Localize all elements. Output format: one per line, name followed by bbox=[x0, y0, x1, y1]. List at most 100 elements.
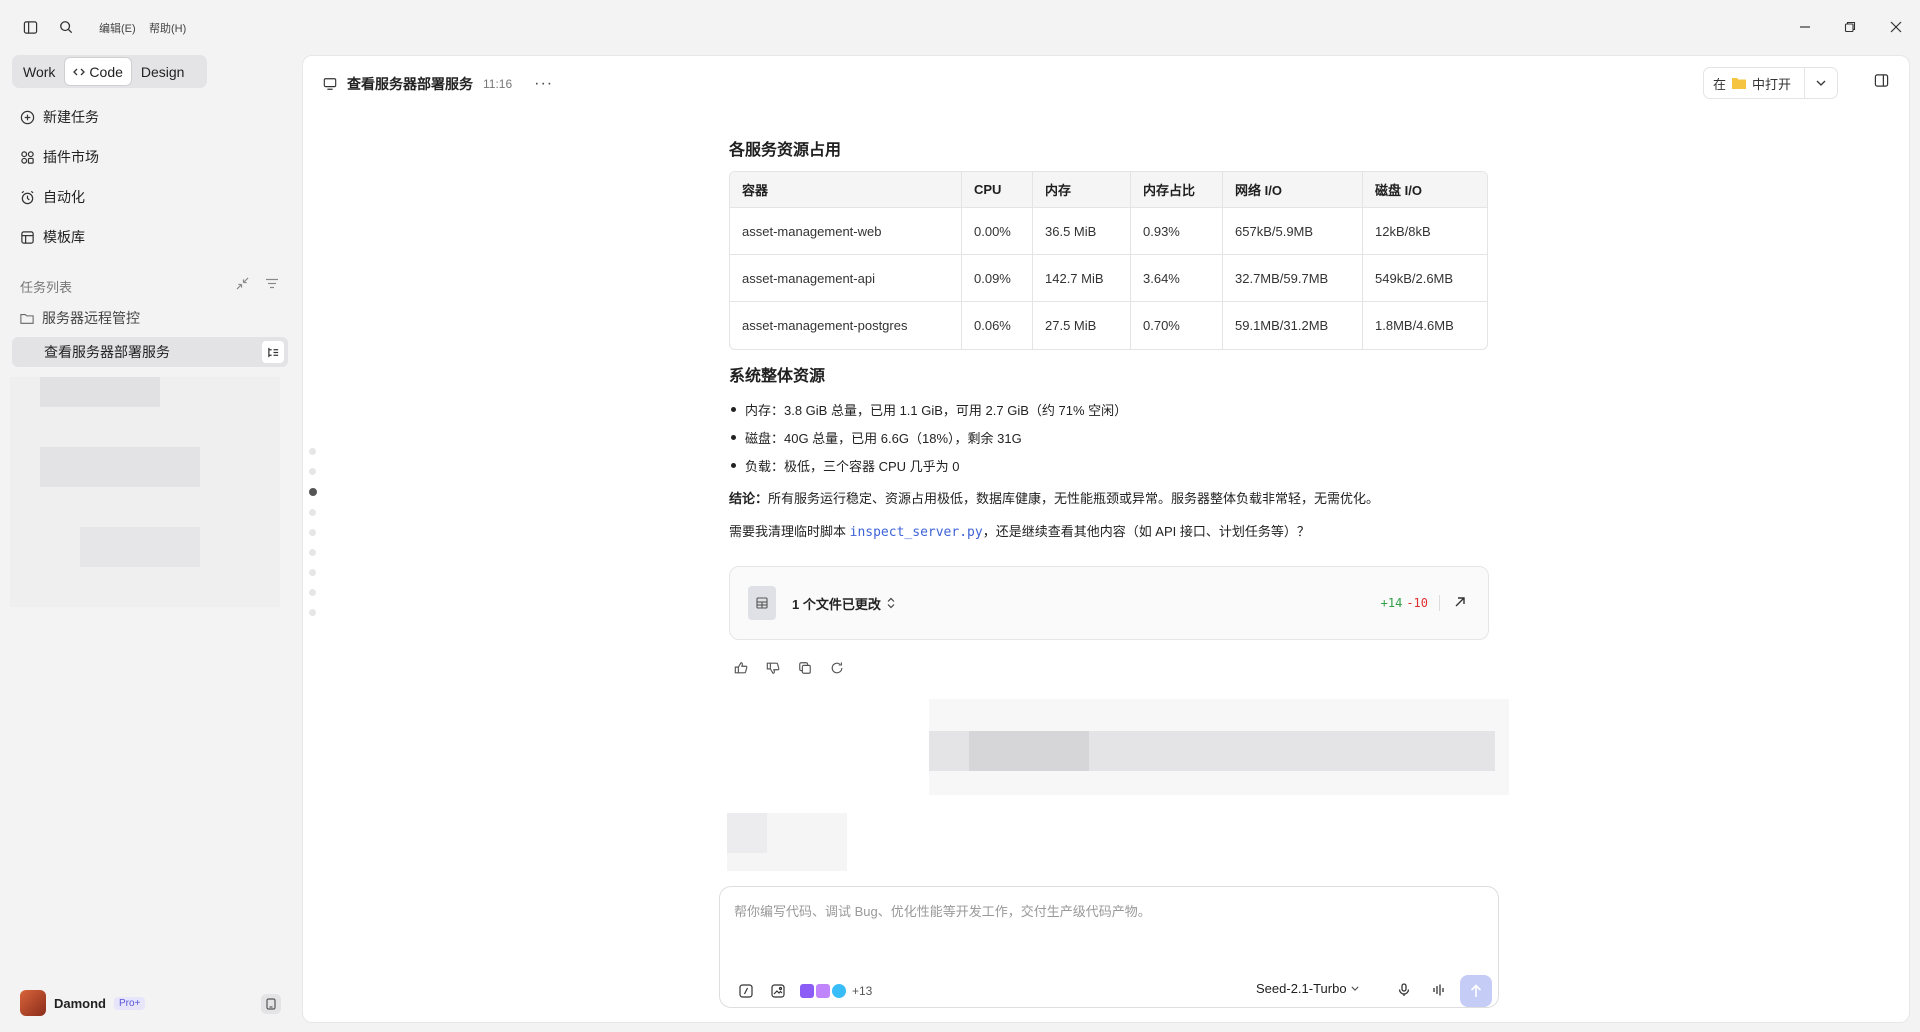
mode-work-button[interactable]: Work bbox=[15, 58, 63, 85]
table-cell: 27.5 MiB bbox=[1033, 302, 1131, 349]
question-prefix: 需要我清理临时脚本 bbox=[729, 524, 850, 539]
table-cell: 32.7MB/59.7MB bbox=[1223, 255, 1363, 302]
main-panel: 查看服务器部署服务 11:16 ··· 在 中打开 各服务资源占用 容器 CPU… bbox=[302, 55, 1910, 1023]
table-header: 内存 bbox=[1033, 172, 1131, 208]
conversation-time: 11:16 bbox=[483, 77, 513, 91]
task-item-label: 查看服务器部署服务 bbox=[44, 344, 170, 360]
model-label: Seed-2.1-Turbo bbox=[1256, 981, 1347, 996]
microphone-icon[interactable] bbox=[1398, 983, 1410, 1000]
sidebar-toggle-icon[interactable] bbox=[21, 18, 39, 36]
files-changed-toggle[interactable]: 1 个文件已更改 bbox=[792, 594, 895, 613]
table-header-row: 容器 CPU 内存 内存占比 网络 I/O 磁盘 I/O bbox=[730, 172, 1487, 208]
image-attach-icon[interactable] bbox=[768, 981, 788, 1001]
blurred-task-item bbox=[40, 377, 160, 407]
open-in-button[interactable]: 在 中打开 bbox=[1703, 67, 1838, 99]
thumbs-down-icon[interactable] bbox=[765, 660, 781, 676]
menu-help[interactable]: 帮助(H) bbox=[149, 20, 186, 36]
device-icon[interactable] bbox=[261, 994, 281, 1014]
message-navigator bbox=[309, 448, 317, 629]
menu-edit[interactable]: 编辑(E) bbox=[99, 20, 136, 36]
table-cell: 549kB/2.6MB bbox=[1363, 255, 1487, 302]
refresh-icon[interactable] bbox=[829, 660, 845, 676]
close-icon[interactable] bbox=[1886, 17, 1906, 37]
table-cell: 0.70% bbox=[1131, 302, 1223, 349]
table-cell: 142.7 MiB bbox=[1033, 255, 1131, 302]
folder-server-control[interactable]: 服务器远程管控 bbox=[20, 308, 140, 328]
username: Damond bbox=[54, 995, 106, 1011]
conclusion-text: 所有服务运行稳定、资源占用极低，数据库健康，无性能瓶颈或异常。服务器整体负载非常… bbox=[768, 491, 1380, 506]
nav-dot[interactable] bbox=[309, 569, 316, 576]
nav-dot[interactable] bbox=[309, 468, 316, 475]
collapse-icon[interactable] bbox=[236, 277, 249, 293]
nav-automation-label: 自动化 bbox=[43, 189, 85, 205]
blurred-task-list bbox=[10, 377, 280, 607]
folder-icon bbox=[20, 313, 34, 324]
filter-icon[interactable] bbox=[265, 277, 279, 293]
diff-additions: +14 bbox=[1380, 596, 1403, 610]
thumbs-up-icon[interactable] bbox=[733, 660, 749, 676]
nav-dot[interactable] bbox=[309, 529, 316, 536]
open-external-icon[interactable] bbox=[1454, 596, 1466, 611]
table-cell: 0.93% bbox=[1131, 208, 1223, 255]
mode-design-label: Design bbox=[140, 63, 185, 80]
plugin-list[interactable]: +13 bbox=[800, 984, 872, 998]
table-cell: 0.06% bbox=[962, 302, 1033, 349]
diff-stats: +14 -10 bbox=[1381, 596, 1428, 610]
mode-code-button[interactable]: Code bbox=[65, 58, 131, 85]
mode-design-button[interactable]: Design bbox=[133, 58, 193, 85]
list-item-text: 内存：3.8 GiB 总量，已用 1.1 GiB，可用 2.7 GiB（约 71… bbox=[745, 402, 1128, 418]
nav-templates[interactable]: 模板库 bbox=[20, 227, 85, 247]
table-header: 磁盘 I/O bbox=[1363, 172, 1487, 208]
slash-command-icon[interactable] bbox=[736, 981, 756, 1001]
title-bar: 编辑(E) 帮助(H) bbox=[0, 0, 1920, 54]
more-options-icon[interactable]: ··· bbox=[534, 75, 553, 93]
user-profile[interactable]: Damond Pro+ bbox=[20, 990, 146, 1016]
voice-wave-icon[interactable] bbox=[1432, 983, 1446, 1000]
plugins-icon bbox=[21, 150, 34, 164]
copy-icon[interactable] bbox=[797, 660, 813, 676]
mode-switch: Work Code Design bbox=[12, 55, 207, 88]
table-cell: 36.5 MiB bbox=[1033, 208, 1131, 255]
chevron-down-icon[interactable] bbox=[1805, 80, 1837, 86]
nav-dot[interactable] bbox=[309, 589, 316, 596]
plugin-design-icon bbox=[832, 984, 846, 998]
file-icon bbox=[748, 586, 776, 620]
template-icon bbox=[21, 230, 34, 244]
page-title: 查看服务器部署服务 bbox=[347, 76, 473, 92]
table-cell: 0.00% bbox=[962, 208, 1033, 255]
plugin-count: +13 bbox=[852, 984, 873, 998]
resource-table: 容器 CPU 内存 内存占比 网络 I/O 磁盘 I/O asset-manag… bbox=[729, 171, 1488, 350]
send-button[interactable] bbox=[1460, 975, 1492, 1007]
list-item: 内存：3.8 GiB 总量，已用 1.1 GiB，可用 2.7 GiB（约 71… bbox=[729, 395, 1127, 423]
nav-dot[interactable] bbox=[309, 448, 316, 455]
chevron-updown-icon bbox=[887, 597, 895, 609]
open-in-prefix: 在 bbox=[1713, 76, 1727, 92]
task-list-icon[interactable] bbox=[262, 341, 284, 363]
table-header: CPU bbox=[962, 172, 1033, 208]
minimize-icon[interactable] bbox=[1795, 17, 1815, 37]
search-icon[interactable] bbox=[57, 18, 75, 36]
table-header: 容器 bbox=[730, 172, 962, 208]
plan-badge: Pro+ bbox=[114, 996, 146, 1010]
side-panel-icon[interactable] bbox=[1874, 73, 1889, 91]
nav-dot[interactable] bbox=[309, 549, 316, 556]
question-suffix: ，还是继续查看其他内容（如 API 接口、计划任务等）？ bbox=[982, 524, 1310, 539]
list-item-text: 负载：极低，三个容器 CPU 几乎为 0 bbox=[745, 458, 960, 474]
nav-automation[interactable]: 自动化 bbox=[20, 187, 85, 207]
restore-icon[interactable] bbox=[1840, 17, 1860, 37]
nav-plugins-label: 插件市场 bbox=[43, 149, 99, 165]
monitor-icon bbox=[323, 78, 337, 90]
nav-dot[interactable] bbox=[309, 509, 316, 516]
conclusion-paragraph: 结论：所有服务运行稳定、资源占用极低，数据库健康，无性能瓶颈或异常。服务器整体负… bbox=[729, 488, 1379, 507]
alarm-clock-icon bbox=[21, 190, 34, 204]
nav-dot[interactable] bbox=[309, 609, 316, 616]
task-item-active[interactable]: 查看服务器部署服务 bbox=[12, 337, 288, 367]
table-cell: 12kB/8kB bbox=[1363, 208, 1487, 255]
files-changed-card[interactable]: 1 个文件已更改 +14 -10 bbox=[729, 566, 1489, 640]
nav-dot-active[interactable] bbox=[309, 488, 317, 496]
nav-plugins[interactable]: 插件市场 bbox=[20, 147, 99, 167]
nav-templates-label: 模板库 bbox=[43, 229, 85, 245]
model-select[interactable]: Seed-2.1-Turbo bbox=[1256, 981, 1359, 996]
prompt-input[interactable] bbox=[734, 901, 1474, 941]
nav-new-task[interactable]: 新建任务 bbox=[20, 107, 99, 127]
